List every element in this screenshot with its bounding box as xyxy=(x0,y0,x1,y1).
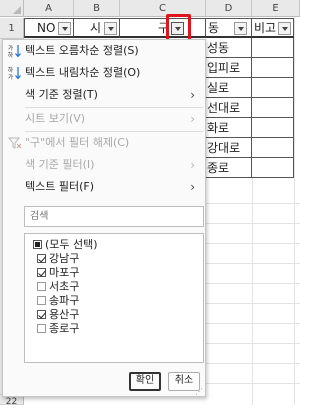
column-header-c[interactable]: C xyxy=(120,0,206,17)
cell-d4[interactable]: 실로 xyxy=(206,78,252,98)
header-cell-bigo[interactable]: 비고 xyxy=(252,18,294,38)
header-cell-si[interactable]: 시 xyxy=(74,18,120,38)
filter-item[interactable]: 강남구 xyxy=(37,251,79,266)
checkbox[interactable] xyxy=(37,324,46,333)
cell-e3[interactable] xyxy=(252,58,294,78)
sort-descending-icon: 하 가 xyxy=(8,66,22,81)
checkbox[interactable] xyxy=(37,296,46,305)
filter-item-label: (모두 선택) xyxy=(45,238,98,251)
filter-item-label: 강남구 xyxy=(49,252,80,265)
filter-item-label: 마포구 xyxy=(49,266,80,279)
menu-item-label: "구"에서 필터 해제(C) xyxy=(25,136,130,149)
chevron-right-icon: › xyxy=(190,180,195,194)
header-cell-no-label: NO xyxy=(37,21,56,35)
menu-item-label: 텍스트 오름차순 정렬(S) xyxy=(25,44,139,57)
filter-value-list[interactable]: (모두 선택) 강남구 마포구 서초구 송파구 용산구 종로구 xyxy=(24,233,204,363)
header-cell-si-label: 시 xyxy=(90,21,102,35)
filter-search-input[interactable]: 검색 xyxy=(24,206,204,227)
cell-d8[interactable]: 종로 xyxy=(206,158,252,178)
header-cell-bigo-label: 비고 xyxy=(254,21,277,35)
menu-item-label: 색 기준 정렬(T) xyxy=(25,88,98,101)
checkbox[interactable] xyxy=(37,282,46,291)
menu-item-filter-by-color[interactable]: 색 기준 필터(I) › xyxy=(3,154,205,176)
cell-e2[interactable] xyxy=(252,38,294,58)
spreadsheet: A B C D E 1 22 NO 시 구 동 비고 성동 입피로 실로 선대로… xyxy=(0,0,300,407)
filter-item[interactable]: 송파구 xyxy=(37,293,79,308)
cell-d5[interactable]: 선대로 xyxy=(206,98,252,118)
filter-item-select-all[interactable]: (모두 선택) xyxy=(33,237,98,252)
cell-e7[interactable] xyxy=(252,138,294,158)
menu-item-label: 텍스트 필터(F) xyxy=(25,180,95,193)
cell-e8[interactable] xyxy=(252,158,294,178)
menu-item-clear-filter[interactable]: "구"에서 필터 해제(C) xyxy=(3,132,205,154)
menu-item-text-filter[interactable]: 텍스트 필터(F) › xyxy=(3,176,205,198)
cell-e4[interactable] xyxy=(252,78,294,98)
filter-dropdown-button-no[interactable] xyxy=(58,22,71,35)
checkbox[interactable] xyxy=(33,240,42,249)
header-cell-gu[interactable]: 구 xyxy=(120,18,206,38)
clear-filter-icon xyxy=(7,136,22,150)
header-cell-dong[interactable]: 동 xyxy=(206,18,252,38)
column-header-a[interactable]: A xyxy=(24,0,74,17)
checkbox[interactable] xyxy=(37,268,46,277)
filter-item[interactable]: 종로구 xyxy=(37,321,79,336)
select-all-corner[interactable] xyxy=(0,0,24,17)
filter-dropdown-button-bigo[interactable] xyxy=(278,22,291,35)
gridline xyxy=(294,17,295,405)
column-header-e[interactable]: E xyxy=(252,0,300,17)
menu-item-label: 텍스트 내림차순 정렬(O) xyxy=(25,66,141,79)
checkbox[interactable] xyxy=(37,310,46,319)
filter-dropdown-button-si[interactable] xyxy=(104,22,117,35)
column-header-d[interactable]: D xyxy=(206,0,252,17)
filter-item[interactable]: 마포구 xyxy=(37,265,79,280)
svg-text:가: 가 xyxy=(8,73,13,80)
row-header-1[interactable]: 1 xyxy=(0,18,24,39)
menu-item-sort-ascending[interactable]: 가 하 텍스트 오름차순 정렬(S) xyxy=(3,40,205,62)
svg-text:가: 가 xyxy=(8,44,13,52)
highlight-box xyxy=(166,14,191,42)
chevron-right-icon: › xyxy=(190,88,195,102)
menu-item-sort-by-color[interactable]: 색 기준 정렬(T) › xyxy=(3,84,205,106)
cell-d6[interactable]: 화로 xyxy=(206,118,252,138)
menu-item-sheet-view[interactable]: 시트 보기(V) › xyxy=(3,108,205,130)
column-header-b[interactable]: B xyxy=(74,0,120,17)
chevron-right-icon: › xyxy=(190,158,195,172)
filter-item-label: 종로구 xyxy=(49,322,80,335)
svg-text:하: 하 xyxy=(8,51,13,58)
filter-item[interactable]: 용산구 xyxy=(37,307,79,322)
resize-grip-icon[interactable] xyxy=(195,387,203,396)
filter-item-label: 용산구 xyxy=(49,308,80,321)
sort-ascending-icon: 가 하 xyxy=(8,44,22,59)
menu-item-label: 색 기준 필터(I) xyxy=(25,158,95,171)
cell-d3[interactable]: 입피로 xyxy=(206,58,252,78)
filter-item-label: 송파구 xyxy=(49,294,80,307)
filter-item-label: 서초구 xyxy=(49,280,80,293)
cell-e5[interactable] xyxy=(252,98,294,118)
menu-item-sort-descending[interactable]: 하 가 텍스트 내림차순 정렬(O) xyxy=(3,62,205,84)
svg-text:하: 하 xyxy=(8,66,13,74)
ok-button[interactable]: 확인 xyxy=(129,372,161,391)
cell-d7[interactable]: 강대로 xyxy=(206,138,252,158)
header-cell-dong-label: 동 xyxy=(208,21,220,35)
chevron-right-icon: › xyxy=(190,112,195,126)
checkbox[interactable] xyxy=(37,254,46,263)
menu-item-label: 시트 보기(V) xyxy=(25,112,86,125)
cell-d2[interactable]: 성동 xyxy=(206,38,252,58)
autofilter-menu: 가 하 텍스트 오름차순 정렬(S) 하 가 텍스트 내림차순 정렬(O) 색 xyxy=(2,39,206,397)
header-cell-no[interactable]: NO xyxy=(24,18,74,38)
filter-dropdown-button-dong[interactable] xyxy=(234,22,247,35)
cell-e6[interactable] xyxy=(252,118,294,138)
filter-item[interactable]: 서초구 xyxy=(37,279,79,294)
